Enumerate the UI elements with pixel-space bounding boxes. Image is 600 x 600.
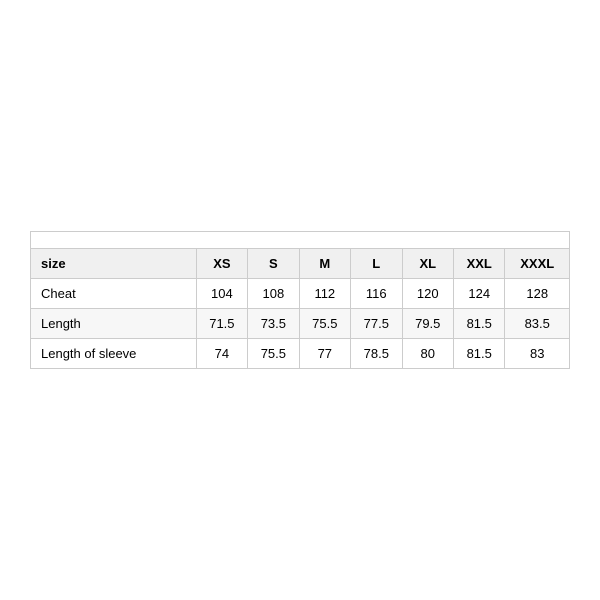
- cell-1-0: 71.5: [196, 309, 247, 339]
- cell-2-4: 80: [402, 339, 453, 369]
- header-cell-7: XXXL: [505, 249, 570, 279]
- cell-2-1: 75.5: [248, 339, 299, 369]
- table-row: Cheat104108112116120124128: [31, 279, 570, 309]
- row-label-2: Length of sleeve: [31, 339, 197, 369]
- header-cell-3: M: [299, 249, 350, 279]
- cell-0-5: 124: [453, 279, 504, 309]
- cell-2-3: 78.5: [351, 339, 402, 369]
- size-chart-table: sizeXSSMLXLXXLXXXL Cheat1041081121161201…: [30, 231, 570, 369]
- cell-1-2: 75.5: [299, 309, 350, 339]
- header-cell-2: S: [248, 249, 299, 279]
- cell-0-0: 104: [196, 279, 247, 309]
- cell-2-5: 81.5: [453, 339, 504, 369]
- header-cell-5: XL: [402, 249, 453, 279]
- cell-1-3: 77.5: [351, 309, 402, 339]
- cell-0-4: 120: [402, 279, 453, 309]
- cell-0-3: 116: [351, 279, 402, 309]
- header-cell-4: L: [351, 249, 402, 279]
- title-row: [31, 232, 570, 249]
- header-row: sizeXSSMLXLXXLXXXL: [31, 249, 570, 279]
- cell-1-1: 73.5: [248, 309, 299, 339]
- header-cell-6: XXL: [453, 249, 504, 279]
- size-chart-container: sizeXSSMLXLXXLXXXL Cheat1041081121161201…: [30, 231, 570, 369]
- row-label-0: Cheat: [31, 279, 197, 309]
- cell-0-2: 112: [299, 279, 350, 309]
- cell-0-1: 108: [248, 279, 299, 309]
- cell-2-0: 74: [196, 339, 247, 369]
- row-label-1: Length: [31, 309, 197, 339]
- header-cell-1: XS: [196, 249, 247, 279]
- table-row: Length71.573.575.577.579.581.583.5: [31, 309, 570, 339]
- cell-2-6: 83: [505, 339, 570, 369]
- cell-1-6: 83.5: [505, 309, 570, 339]
- cell-0-6: 128: [505, 279, 570, 309]
- table-row: Length of sleeve7475.57778.58081.583: [31, 339, 570, 369]
- cell-1-4: 79.5: [402, 309, 453, 339]
- table-title: [31, 232, 570, 249]
- header-cell-0: size: [31, 249, 197, 279]
- cell-1-5: 81.5: [453, 309, 504, 339]
- cell-2-2: 77: [299, 339, 350, 369]
